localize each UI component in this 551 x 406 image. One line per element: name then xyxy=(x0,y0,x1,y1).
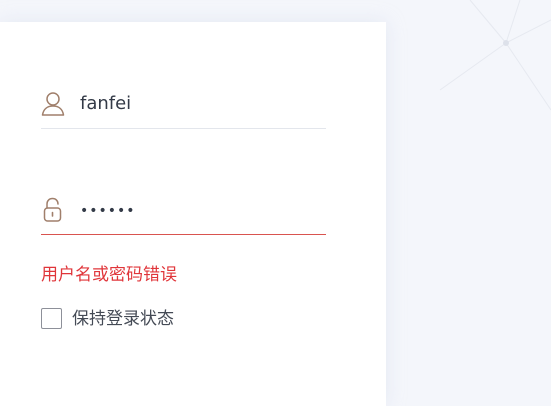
lock-icon xyxy=(41,196,65,224)
login-error-message: 用户名或密码错误 xyxy=(41,265,177,285)
remember-me-label[interactable]: 保持登录状态 xyxy=(72,308,174,330)
user-icon xyxy=(41,90,65,118)
username-value[interactable]: fanfei xyxy=(80,92,131,116)
password-value[interactable]: •••••• xyxy=(80,199,136,223)
remember-me-checkbox[interactable] xyxy=(41,308,62,329)
username-field[interactable]: fanfei xyxy=(41,84,326,129)
password-field[interactable]: •••••• xyxy=(41,190,326,235)
